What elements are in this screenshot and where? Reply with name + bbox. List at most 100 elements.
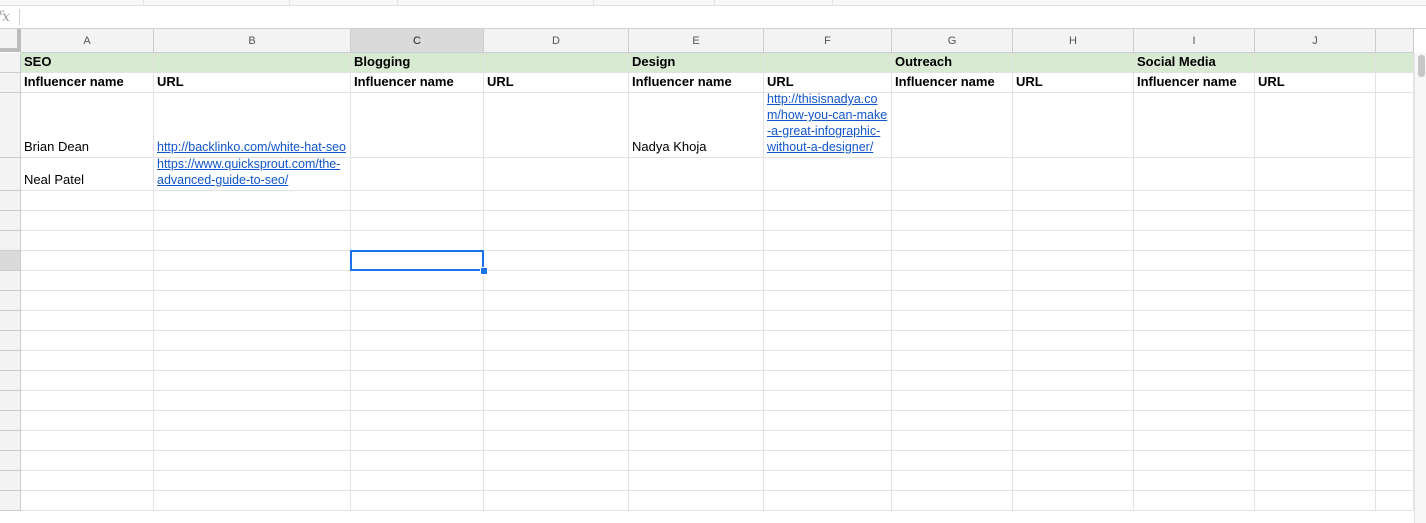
row-header-15[interactable]: 15 (0, 391, 21, 411)
formula-input[interactable] (24, 7, 1418, 29)
cell-a15[interactable] (21, 391, 154, 411)
cell-k15[interactable] (1376, 391, 1414, 411)
cell-i4[interactable] (1134, 158, 1255, 191)
cell-b14[interactable] (154, 371, 351, 391)
cell-g7[interactable] (892, 231, 1013, 251)
cell-d3[interactable] (484, 93, 629, 158)
cell-k7[interactable] (1376, 231, 1414, 251)
cell-i1[interactable]: Social Media (1134, 53, 1255, 73)
cell-j5[interactable] (1255, 191, 1376, 211)
cell-h1[interactable] (1013, 53, 1134, 73)
cell-a17[interactable] (21, 431, 154, 451)
cell-k6[interactable] (1376, 211, 1414, 231)
cell-k19[interactable] (1376, 471, 1414, 491)
cell-g2[interactable]: Influencer name (892, 73, 1013, 93)
cell-a14[interactable] (21, 371, 154, 391)
cell-a7[interactable] (21, 231, 154, 251)
cell-i5[interactable] (1134, 191, 1255, 211)
cell-f1[interactable] (764, 53, 892, 73)
row-header-12[interactable]: 12 (0, 331, 21, 351)
cell-j3[interactable] (1255, 93, 1376, 158)
cell-e12[interactable] (629, 331, 764, 351)
cell-h17[interactable] (1013, 431, 1134, 451)
cell-h15[interactable] (1013, 391, 1134, 411)
cell-c7[interactable] (351, 231, 484, 251)
cell-j17[interactable] (1255, 431, 1376, 451)
cell-j12[interactable] (1255, 331, 1376, 351)
cell-c11[interactable] (351, 311, 484, 331)
cell-b5[interactable] (154, 191, 351, 211)
cell-c2[interactable]: Influencer name (351, 73, 484, 93)
cell-b16[interactable] (154, 411, 351, 431)
cell-d5[interactable] (484, 191, 629, 211)
column-header-c[interactable]: C (351, 29, 484, 53)
cell-a18[interactable] (21, 451, 154, 471)
cell-c15[interactable] (351, 391, 484, 411)
cell-d20[interactable] (484, 491, 629, 511)
cell-h4[interactable] (1013, 158, 1134, 191)
cell-h19[interactable] (1013, 471, 1134, 491)
cell-h9[interactable] (1013, 271, 1134, 291)
cell-f3[interactable]: http://thisisnadya.com/how-you-can-make-… (764, 93, 892, 158)
column-header-h[interactable]: H (1013, 29, 1134, 53)
fill-handle[interactable] (480, 267, 488, 275)
cell-b9[interactable] (154, 271, 351, 291)
scrollbar-thumb[interactable] (1418, 55, 1425, 77)
cell-f18[interactable] (764, 451, 892, 471)
cell-d16[interactable] (484, 411, 629, 431)
cell-g18[interactable] (892, 451, 1013, 471)
cell-a19[interactable] (21, 471, 154, 491)
cell-f2[interactable]: URL (764, 73, 892, 93)
cell-g14[interactable] (892, 371, 1013, 391)
cell-i17[interactable] (1134, 431, 1255, 451)
url-link[interactable]: https://www.quicksprout.com/the-advanced… (157, 158, 340, 187)
cell-c12[interactable] (351, 331, 484, 351)
cell-a13[interactable] (21, 351, 154, 371)
row-header-3[interactable]: 3 (0, 93, 21, 158)
cell-e11[interactable] (629, 311, 764, 331)
row-header-2[interactable]: 2 (0, 73, 21, 93)
cell-a6[interactable] (21, 211, 154, 231)
cell-a8[interactable] (21, 251, 154, 271)
cell-f9[interactable] (764, 271, 892, 291)
cell-d2[interactable]: URL (484, 73, 629, 93)
cell-k16[interactable] (1376, 411, 1414, 431)
cell-j13[interactable] (1255, 351, 1376, 371)
cell-h20[interactable] (1013, 491, 1134, 511)
cell-f6[interactable] (764, 211, 892, 231)
cell-k13[interactable] (1376, 351, 1414, 371)
cell-b20[interactable] (154, 491, 351, 511)
cell-b3[interactable]: http://backlinko.com/white-hat-seo (154, 93, 351, 158)
cell-e1[interactable]: Design (629, 53, 764, 73)
cell-a1[interactable]: SEO (21, 53, 154, 73)
cell-e3[interactable]: Nadya Khoja (629, 93, 764, 158)
cell-i3[interactable] (1134, 93, 1255, 158)
cell-h16[interactable] (1013, 411, 1134, 431)
url-link[interactable]: http://thisisnadya.com/how-you-can-make-… (767, 93, 887, 154)
cell-d1[interactable] (484, 53, 629, 73)
column-header-g[interactable]: G (892, 29, 1013, 53)
cell-b19[interactable] (154, 471, 351, 491)
cell-f13[interactable] (764, 351, 892, 371)
cell-a9[interactable] (21, 271, 154, 291)
cell-j1[interactable] (1255, 53, 1376, 73)
cell-c13[interactable] (351, 351, 484, 371)
cell-d19[interactable] (484, 471, 629, 491)
cell-g10[interactable] (892, 291, 1013, 311)
cell-i2[interactable]: Influencer name (1134, 73, 1255, 93)
cell-d17[interactable] (484, 431, 629, 451)
cell-b12[interactable] (154, 331, 351, 351)
cell-g1[interactable]: Outreach (892, 53, 1013, 73)
cell-i12[interactable] (1134, 331, 1255, 351)
cell-g20[interactable] (892, 491, 1013, 511)
cell-j18[interactable] (1255, 451, 1376, 471)
cell-c10[interactable] (351, 291, 484, 311)
column-header-d[interactable]: D (484, 29, 629, 53)
cell-a20[interactable] (21, 491, 154, 511)
cell-c4[interactable] (351, 158, 484, 191)
cell-c16[interactable] (351, 411, 484, 431)
cell-b4[interactable]: https://www.quicksprout.com/the-advanced… (154, 158, 351, 191)
cell-j15[interactable] (1255, 391, 1376, 411)
cell-d7[interactable] (484, 231, 629, 251)
cell-d10[interactable] (484, 291, 629, 311)
